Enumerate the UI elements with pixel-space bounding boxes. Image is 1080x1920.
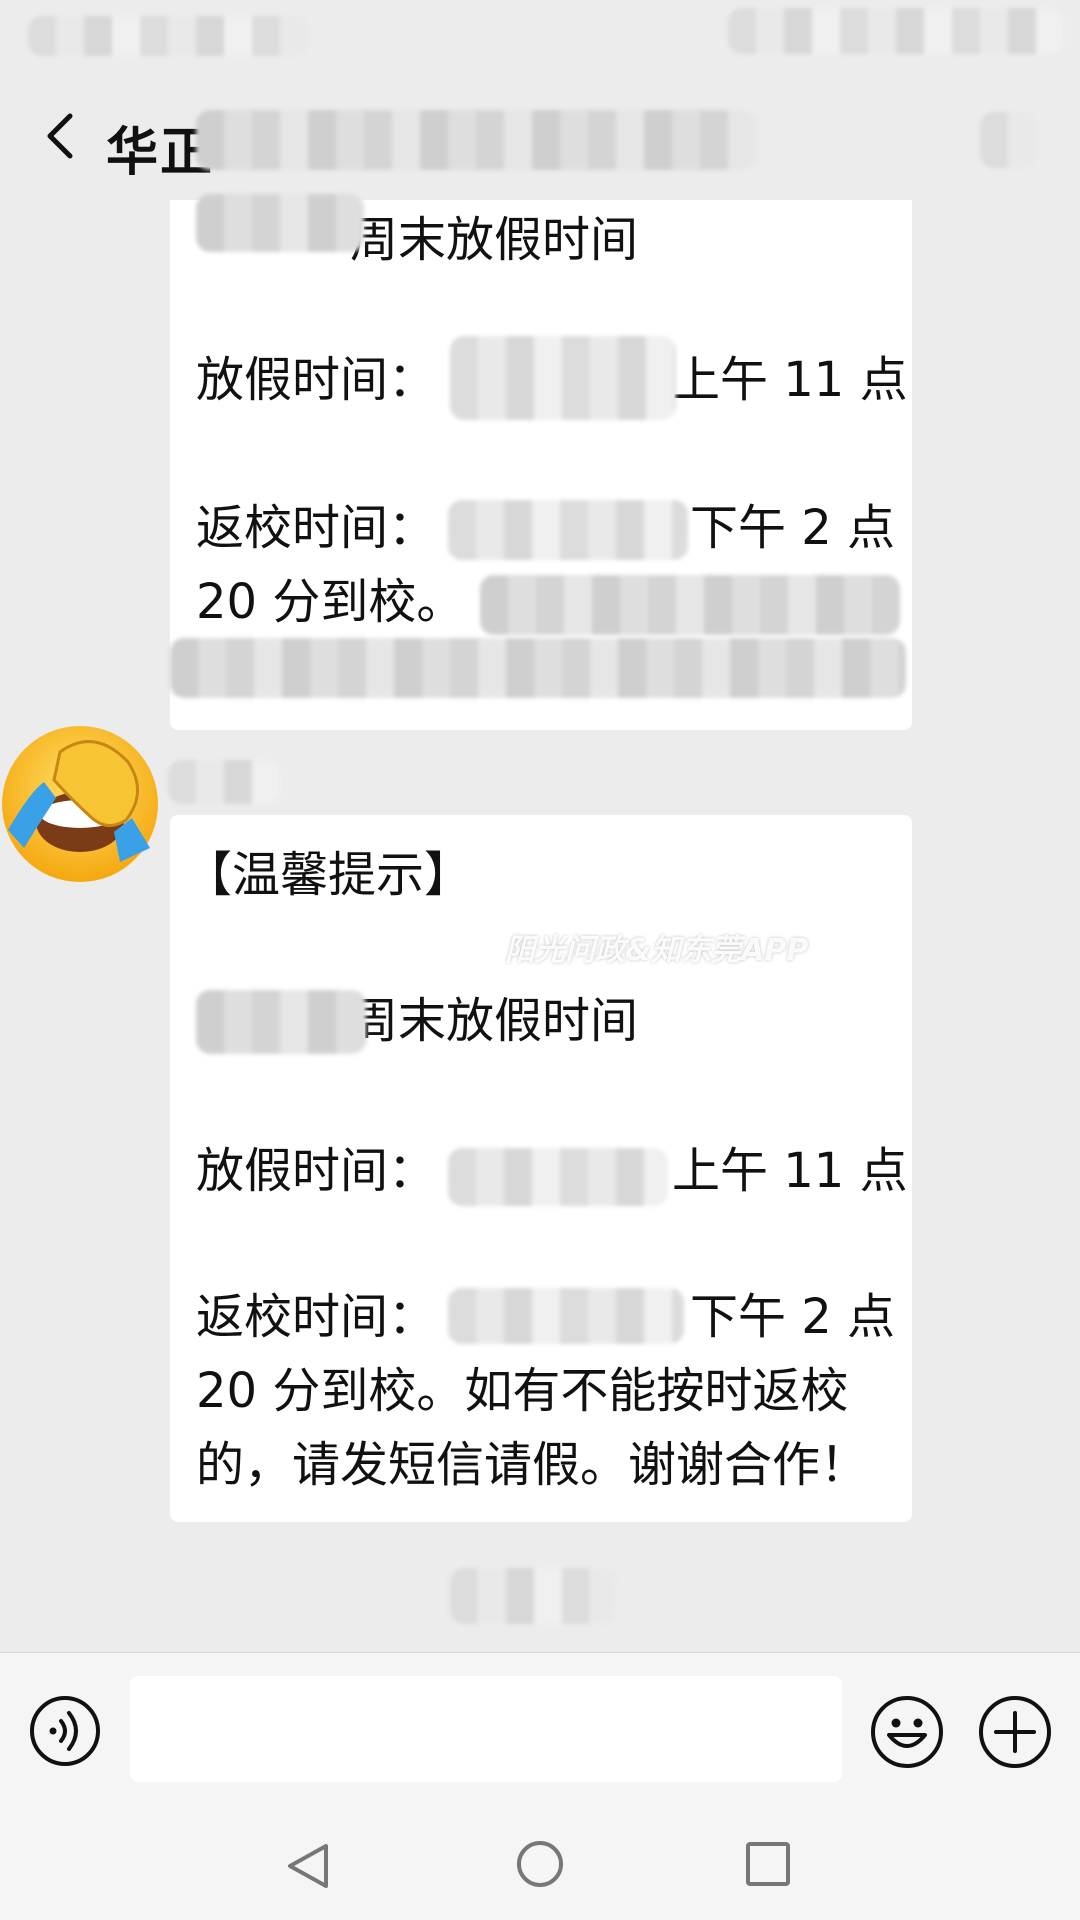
navigation-bar — [0, 1808, 1080, 1920]
header-more-redacted[interactable] — [980, 112, 1036, 168]
emoji-icon[interactable] — [870, 1695, 944, 1769]
redacted-text — [196, 990, 366, 1054]
nav-back-icon[interactable] — [282, 1840, 334, 1892]
chat-title-redacted — [196, 110, 756, 170]
message-line: 返校时间： — [196, 1289, 437, 1345]
plus-icon[interactable] — [978, 1695, 1052, 1769]
message-line: 放假时间： — [196, 1143, 437, 1199]
message-line: 的，请发短信请假。谢谢合作！ — [196, 1437, 869, 1493]
message-line: 周末放假时间 — [350, 993, 639, 1049]
voice-icon[interactable] — [29, 1695, 101, 1767]
message-input[interactable] — [130, 1676, 842, 1782]
redacted-text — [196, 194, 364, 252]
message-line: 下午 2 点 — [690, 500, 896, 556]
redacted-text — [448, 1288, 684, 1344]
message-line: 20 分到校。如有不能按时返校 — [196, 1363, 849, 1419]
watermark-text: 阳光问政&知东莞APP — [505, 933, 809, 968]
chat-input-bar — [0, 1652, 1080, 1809]
sender-name-redacted — [168, 760, 280, 804]
message-line: 20 分到校。 — [196, 574, 465, 630]
status-bar-left — [28, 16, 308, 56]
facepalm-emoji-icon — [2, 726, 158, 882]
message-line: 周末放假时间 — [350, 212, 639, 268]
redacted-text — [448, 500, 688, 560]
message-line: 上午 11 点 — [672, 1143, 908, 1199]
message-line: 下午 2 点 — [690, 1289, 896, 1345]
message-line: 【温馨提示】 — [184, 847, 473, 903]
back-arrow-icon[interactable] — [34, 108, 90, 164]
redacted-text — [448, 1148, 668, 1206]
message-line: 返校时间： — [196, 500, 437, 556]
title-bar: 华正 — [0, 60, 1080, 210]
nav-recent-apps-icon[interactable] — [744, 1840, 792, 1888]
message-line: 放假时间： — [196, 352, 437, 408]
redacted-text — [480, 575, 900, 635]
message-line: 上午 11 点 — [672, 352, 908, 408]
redacted-text — [170, 638, 906, 698]
timestamp-redacted — [450, 1568, 616, 1624]
redacted-text — [450, 336, 676, 420]
nav-home-icon[interactable] — [514, 1838, 566, 1890]
status-bar-right — [728, 8, 1063, 54]
